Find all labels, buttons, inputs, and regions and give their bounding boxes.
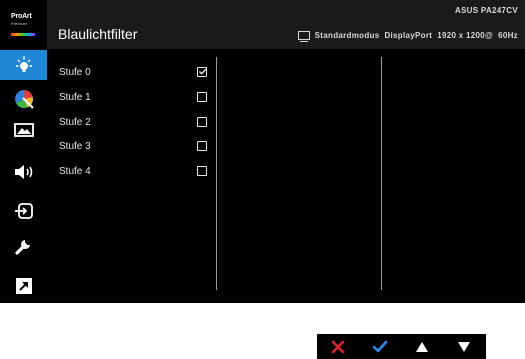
sound-icon — [14, 165, 32, 179]
shortcut-icon — [15, 278, 32, 294]
sidebar-item-input[interactable] — [0, 196, 47, 226]
page-title: Blaulichtfilter — [58, 26, 138, 42]
sidebar-item-sound[interactable] — [0, 157, 47, 187]
monitor-model: ASUS PA247CV — [454, 6, 518, 15]
logo-color-bar — [11, 33, 35, 36]
option-stufe-1[interactable]: Stufe 1 — [59, 91, 209, 105]
blue-light-icon — [15, 56, 32, 72]
input-select-icon — [14, 203, 33, 219]
checkbox[interactable] — [197, 117, 207, 127]
sidebar: ProArt Premium — [0, 0, 47, 303]
sidebar-item-image[interactable] — [0, 115, 47, 145]
input-source: DisplayPort — [384, 31, 433, 40]
osd-panel: ProArt Premium Blaulichtfilter ASUS PA24… — [0, 0, 525, 303]
option-stufe-4[interactable]: Stufe 4 — [59, 165, 209, 179]
check-icon — [372, 340, 388, 352]
close-icon — [331, 340, 345, 353]
option-label: Stufe 3 — [59, 141, 91, 152]
option-label: Stufe 0 — [59, 67, 91, 78]
sidebar-item-system-setup[interactable] — [0, 231, 47, 261]
monitor-icon — [297, 31, 310, 42]
checkbox[interactable] — [197, 141, 207, 151]
option-stufe-0[interactable]: Stufe 0 — [59, 66, 209, 80]
sidebar-item-blue-light[interactable] — [0, 50, 47, 80]
up-button[interactable] — [401, 334, 443, 359]
header-bar: Blaulichtfilter ASUS PA247CV Standardmod… — [47, 0, 525, 49]
checkmark-icon — [199, 68, 207, 75]
option-stufe-3[interactable]: Stufe 3 — [59, 140, 209, 154]
resolution: 1920 x 1200@ — [437, 31, 494, 40]
color-icon — [14, 89, 34, 109]
option-label: Stufe 2 — [59, 117, 91, 128]
option-stufe-2[interactable]: Stufe 2 — [59, 116, 209, 130]
control-button-bar — [317, 334, 486, 359]
down-button[interactable] — [443, 334, 485, 359]
system-setup-icon — [14, 240, 30, 255]
logo-line-2: Premium — [11, 21, 28, 26]
refresh-rate: 60Hz — [498, 31, 518, 40]
sidebar-item-color[interactable] — [0, 84, 47, 114]
option-label: Stufe 4 — [59, 166, 91, 177]
column-divider — [216, 57, 217, 290]
proart-logo: ProArt Premium — [11, 13, 37, 39]
checkbox-checked[interactable] — [197, 67, 207, 77]
checkbox[interactable] — [197, 92, 207, 102]
checkbox[interactable] — [197, 166, 207, 176]
status-row: Standardmodus DisplayPort 1920 x 1200@ 6… — [297, 31, 518, 42]
close-button[interactable] — [317, 334, 359, 359]
down-arrow-icon — [458, 341, 470, 352]
image-icon — [13, 123, 34, 137]
color-mode: Standardmodus — [314, 31, 380, 40]
up-arrow-icon — [416, 341, 428, 352]
confirm-button[interactable] — [359, 334, 401, 359]
logo-line-1: ProArt — [11, 13, 32, 20]
option-label: Stufe 1 — [59, 92, 91, 103]
column-divider — [381, 57, 382, 290]
sidebar-item-shortcut[interactable] — [0, 271, 47, 301]
